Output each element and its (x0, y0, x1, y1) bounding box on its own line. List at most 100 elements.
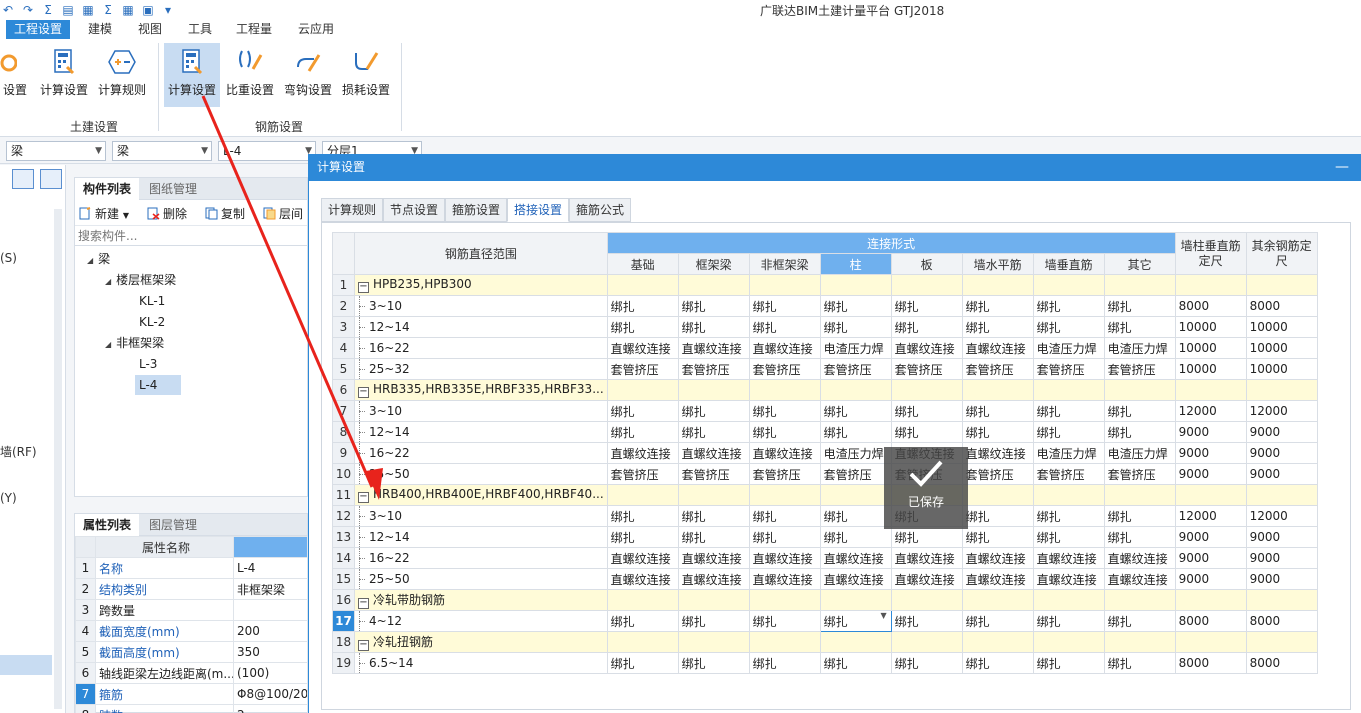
grid-cell[interactable]: 9000 (1245, 463, 1318, 485)
grid-cell[interactable]: 10000 (1245, 337, 1318, 359)
grid-row[interactable]: 10 25~50 套管挤压套管挤压套管挤压套管挤压套管挤压套管挤压套管挤压套管挤… (332, 463, 1318, 485)
grid-cell[interactable]: 直螺纹连接 (606, 442, 679, 464)
grid-cell[interactable]: 绑扎 (961, 652, 1034, 674)
tab-node-settings[interactable]: 节点设置 (383, 198, 446, 222)
grid-cell[interactable]: 绑扎 (606, 610, 679, 632)
grid-cell[interactable]: 12000 (1174, 400, 1247, 422)
grid-cell[interactable]: 绑扎 (748, 421, 821, 443)
ribbon-civil-calc-settings-button[interactable]: 计算设置 (36, 43, 92, 107)
menu-tab-view[interactable]: 视图 (130, 20, 170, 39)
grid-cell-editing[interactable]: 绑扎 ▼ (819, 610, 892, 632)
grid-cell[interactable]: 绑扎 (606, 652, 679, 674)
group-label[interactable]: − HRB400,HRB400E,HRBF400,HRBF40... (354, 484, 608, 506)
grid-cell[interactable]: 直螺纹连接 (677, 568, 750, 590)
menu-tab-modeling[interactable]: 建模 (80, 20, 120, 39)
grid-row[interactable]: 2 3~10 绑扎 绑扎 绑扎 绑扎 绑扎 绑扎 绑扎 绑扎 8000 8000 (332, 295, 1318, 317)
chevron-down-icon[interactable]: ▼ (880, 612, 886, 621)
grid-icon[interactable]: ▦ (120, 2, 136, 18)
grid-cell[interactable]: 直螺纹连接 (1103, 547, 1176, 569)
grid-cell[interactable]: 绑扎 (677, 610, 750, 632)
grid-cell[interactable]: 10000 (1174, 358, 1247, 380)
nav-item[interactable]: 墙(RF) (0, 443, 37, 460)
component-type-select[interactable]: 梁 ▼ (112, 141, 212, 161)
grid-cell[interactable]: 套管挤压 (677, 358, 750, 380)
ribbon-hook-settings-button[interactable]: 弯钩设置 (280, 43, 336, 107)
grid-cell[interactable]: 绑扎 (890, 610, 963, 632)
tree-item-l-3[interactable]: L-3 (139, 354, 157, 374)
grid-cell[interactable]: 直螺纹连接 (748, 568, 821, 590)
grid-cell[interactable]: 绑扎 (606, 421, 679, 443)
grid-cell[interactable]: 绑扎 (677, 400, 750, 422)
grid-group-row[interactable]: 16 − 冷轧带肋钢筋 (332, 589, 1318, 611)
minimize-icon[interactable]: — (1335, 154, 1349, 181)
collapse-triangle-icon[interactable]: ◢ (105, 335, 111, 355)
grid-row[interactable]: 15 25~50 直螺纹连接 直螺纹连接 直螺纹连接 直螺纹连接 直螺纹连接 直螺纹连接直… (332, 568, 1318, 590)
grid-row[interactable]: 5 25~32 套管挤压 套管挤压 套管挤压 套管挤压 套管挤压 套管挤压 套管挤压 套管挤压… (332, 358, 1318, 380)
grid-row[interactable]: 3 12~14 绑扎 绑扎 绑扎 绑扎 绑扎 绑扎 绑扎 绑扎 10000 10000 (332, 316, 1318, 338)
grid-cell[interactable]: 电渣压力焊 (1032, 337, 1105, 359)
menu-tab-cloud[interactable]: 云应用 (290, 20, 342, 39)
grid-cell[interactable]: 9000 (1245, 547, 1318, 569)
property-value[interactable]: 非框架梁 (233, 578, 308, 600)
collapse-icon[interactable]: − (358, 640, 369, 651)
grid-cell[interactable]: 绑扎 (1032, 400, 1105, 422)
grid-cell[interactable]: 绑扎 (890, 316, 963, 338)
tree-node-beam[interactable]: ◢ 梁 (87, 249, 110, 269)
property-row[interactable]: 1 名称 L-4 (75, 557, 308, 579)
grid-cell[interactable]: 绑扎 (1103, 652, 1176, 674)
grid-cell[interactable]: 绑扎 (1103, 421, 1176, 443)
grid-cell[interactable]: 直螺纹连接 (890, 568, 963, 590)
grid-row[interactable]: 8 12~14 绑扎 绑扎 绑扎 绑扎 绑扎 绑扎 绑扎 绑扎 9000 9000 (332, 421, 1318, 443)
grid-cell[interactable]: 绑扎 (819, 400, 892, 422)
scrollbar[interactable] (54, 209, 62, 709)
grid-cell[interactable]: 套管挤压 (606, 358, 679, 380)
group-label[interactable]: − HRB335,HRB335E,HRBF335,HRBF33... (354, 379, 608, 401)
nav-item-selected[interactable] (0, 655, 52, 675)
grid-group-row[interactable]: 6 − HRB335,HRB335E,HRBF335,HRBF33... (332, 379, 1318, 401)
ribbon-calc-rules-button[interactable]: 计算规则 (94, 43, 150, 107)
new-button[interactable]: 新建 ▼ (79, 205, 129, 222)
property-row[interactable]: 4 截面宽度(mm) 200 (75, 620, 308, 642)
property-row[interactable]: 6 轴线距梁左边线距离(m... (100) (75, 662, 308, 684)
property-value[interactable]: (100) (233, 662, 308, 684)
property-row[interactable]: 8 肢数 2 (75, 704, 308, 713)
grid-cell[interactable]: 绑扎 (606, 316, 679, 338)
grid-cell[interactable]: 10000 (1245, 358, 1318, 380)
property-row[interactable]: 5 截面高度(mm) 350 (75, 641, 308, 663)
tree-item-kl-2[interactable]: KL-2 (139, 312, 165, 332)
grid-cell[interactable]: 直螺纹连接 (1103, 568, 1176, 590)
grid-cell[interactable]: 套管挤压 (1103, 358, 1176, 380)
property-row[interactable]: 3 跨数量 (75, 599, 308, 621)
grid-cell[interactable]: 直螺纹连接 (748, 442, 821, 464)
grid-cell[interactable]: 12000 (1245, 505, 1318, 527)
grid-cell[interactable]: 绑扎 (1032, 505, 1105, 527)
layout-icon[interactable]: ▣ (140, 2, 156, 18)
grid-group-row[interactable]: 11 − HRB400,HRB400E,HRBF400,HRBF40... (332, 484, 1318, 506)
grid-cell[interactable]: 8000 (1245, 295, 1318, 317)
redo-icon[interactable]: ↷ (20, 2, 36, 18)
grid-cell[interactable]: 绑扎 (606, 400, 679, 422)
grid-cell[interactable]: 8000 (1174, 652, 1247, 674)
grid-row[interactable]: 17 4~12 绑扎 绑扎 绑扎 绑扎 ▼ 绑扎 绑扎 绑扎 绑扎 8000 8000 (332, 610, 1318, 632)
grid-cell[interactable]: 绑扎 (1032, 316, 1105, 338)
grid-cell[interactable]: 绑扎 (748, 652, 821, 674)
header-sub-col[interactable]: 墙水平筋 (961, 253, 1034, 275)
grid-cell[interactable]: 直螺纹连接 (890, 547, 963, 569)
grid-group-row[interactable]: 18 − 冷轧扭钢筋 (332, 631, 1318, 653)
grid-cell[interactable]: 套管挤压 (961, 463, 1034, 485)
grid-cell[interactable]: 套管挤压 (748, 463, 821, 485)
grid-cell[interactable]: 9000 (1174, 421, 1247, 443)
grid-cell[interactable]: 9000 (1245, 568, 1318, 590)
property-value[interactable] (233, 599, 308, 621)
bim-icon[interactable]: ▤ (60, 2, 76, 18)
grid-cell[interactable]: 绑扎 (1032, 526, 1105, 548)
grid-cell[interactable]: 套管挤压 (819, 358, 892, 380)
group-label[interactable]: − 冷轧带肋钢筋 (354, 589, 608, 611)
grid-cell[interactable]: 绑扎 (890, 295, 963, 317)
tab-component-list[interactable]: 构件列表 (75, 178, 140, 200)
grid-cell[interactable]: 绑扎 (677, 295, 750, 317)
header-sub-col[interactable]: 柱 (819, 253, 892, 275)
grid-cell[interactable]: 绑扎 (961, 316, 1034, 338)
grid-cell[interactable]: 9000 (1245, 442, 1318, 464)
grid-cell[interactable]: 绑扎 (890, 400, 963, 422)
